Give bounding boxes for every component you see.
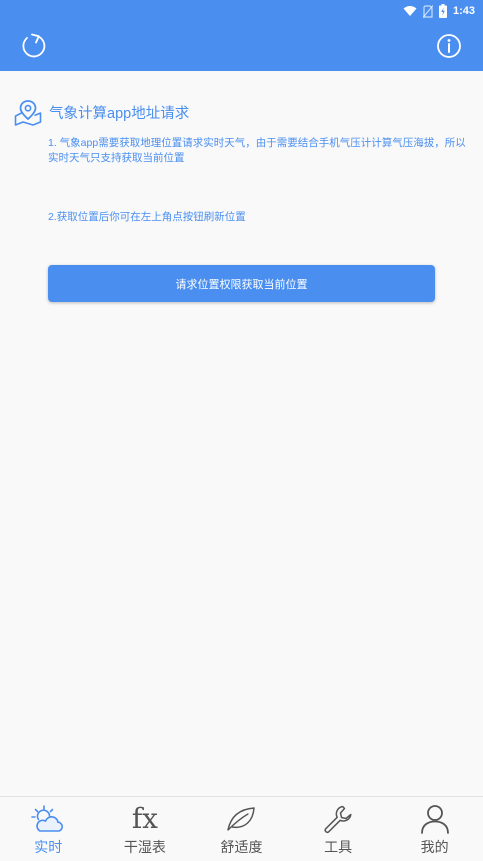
wrench-icon bbox=[324, 805, 352, 834]
request-location-button[interactable]: 请求位置权限获取当前位置 bbox=[48, 265, 435, 302]
main-content: 气象计算app地址请求 1. 气象app需要获取地理位置请求实时天气，由于需要结… bbox=[0, 71, 483, 796]
user-icon bbox=[420, 805, 449, 834]
battery-charging-icon bbox=[438, 4, 447, 18]
nav-item-tools[interactable]: 工具 bbox=[290, 797, 387, 861]
status-bar: 1:43 bbox=[0, 0, 483, 22]
nav-item-realtime[interactable]: 实时 bbox=[0, 797, 97, 861]
nav-label-comfort: 舒适度 bbox=[220, 839, 263, 855]
info-button[interactable] bbox=[434, 31, 464, 61]
status-time: 1:43 bbox=[452, 5, 475, 17]
nav-label-psychrometer: 干湿表 bbox=[123, 839, 166, 855]
info-icon bbox=[437, 34, 461, 58]
wifi-icon bbox=[403, 6, 417, 16]
toolbar bbox=[0, 22, 483, 71]
bottom-nav: 实时 fx 干湿表 舒适度 工具 我的 bbox=[0, 796, 483, 861]
nav-item-comfort[interactable]: 舒适度 bbox=[193, 797, 290, 861]
nav-label-mine: 我的 bbox=[420, 839, 449, 855]
page-title: 气象计算app地址请求 bbox=[49, 105, 190, 122]
fx-icon: fx bbox=[131, 802, 158, 835]
leaf-icon bbox=[227, 807, 256, 831]
status-icons: 1:43 bbox=[403, 3, 475, 19]
nav-label-realtime: 实时 bbox=[34, 839, 63, 855]
nav-item-mine[interactable]: 我的 bbox=[386, 797, 483, 861]
refresh-button[interactable] bbox=[19, 31, 49, 61]
nav-item-psychrometer[interactable]: fx 干湿表 bbox=[97, 797, 194, 861]
map-pin-icon bbox=[14, 100, 42, 126]
refresh-icon bbox=[22, 33, 46, 58]
description-1: 1. 气象app需要获取地理位置请求实时天气，由于需要结合手机气压计计算气压海拔… bbox=[48, 137, 466, 164]
nav-label-tools: 工具 bbox=[324, 839, 353, 855]
title-row: 气象计算app地址请求 bbox=[14, 97, 189, 127]
description-2: 2.获取位置后你可在左上角点按钮刷新位置 bbox=[48, 211, 246, 223]
weather-cloud-sun-icon bbox=[31, 805, 64, 832]
no-sim-icon bbox=[422, 4, 433, 18]
